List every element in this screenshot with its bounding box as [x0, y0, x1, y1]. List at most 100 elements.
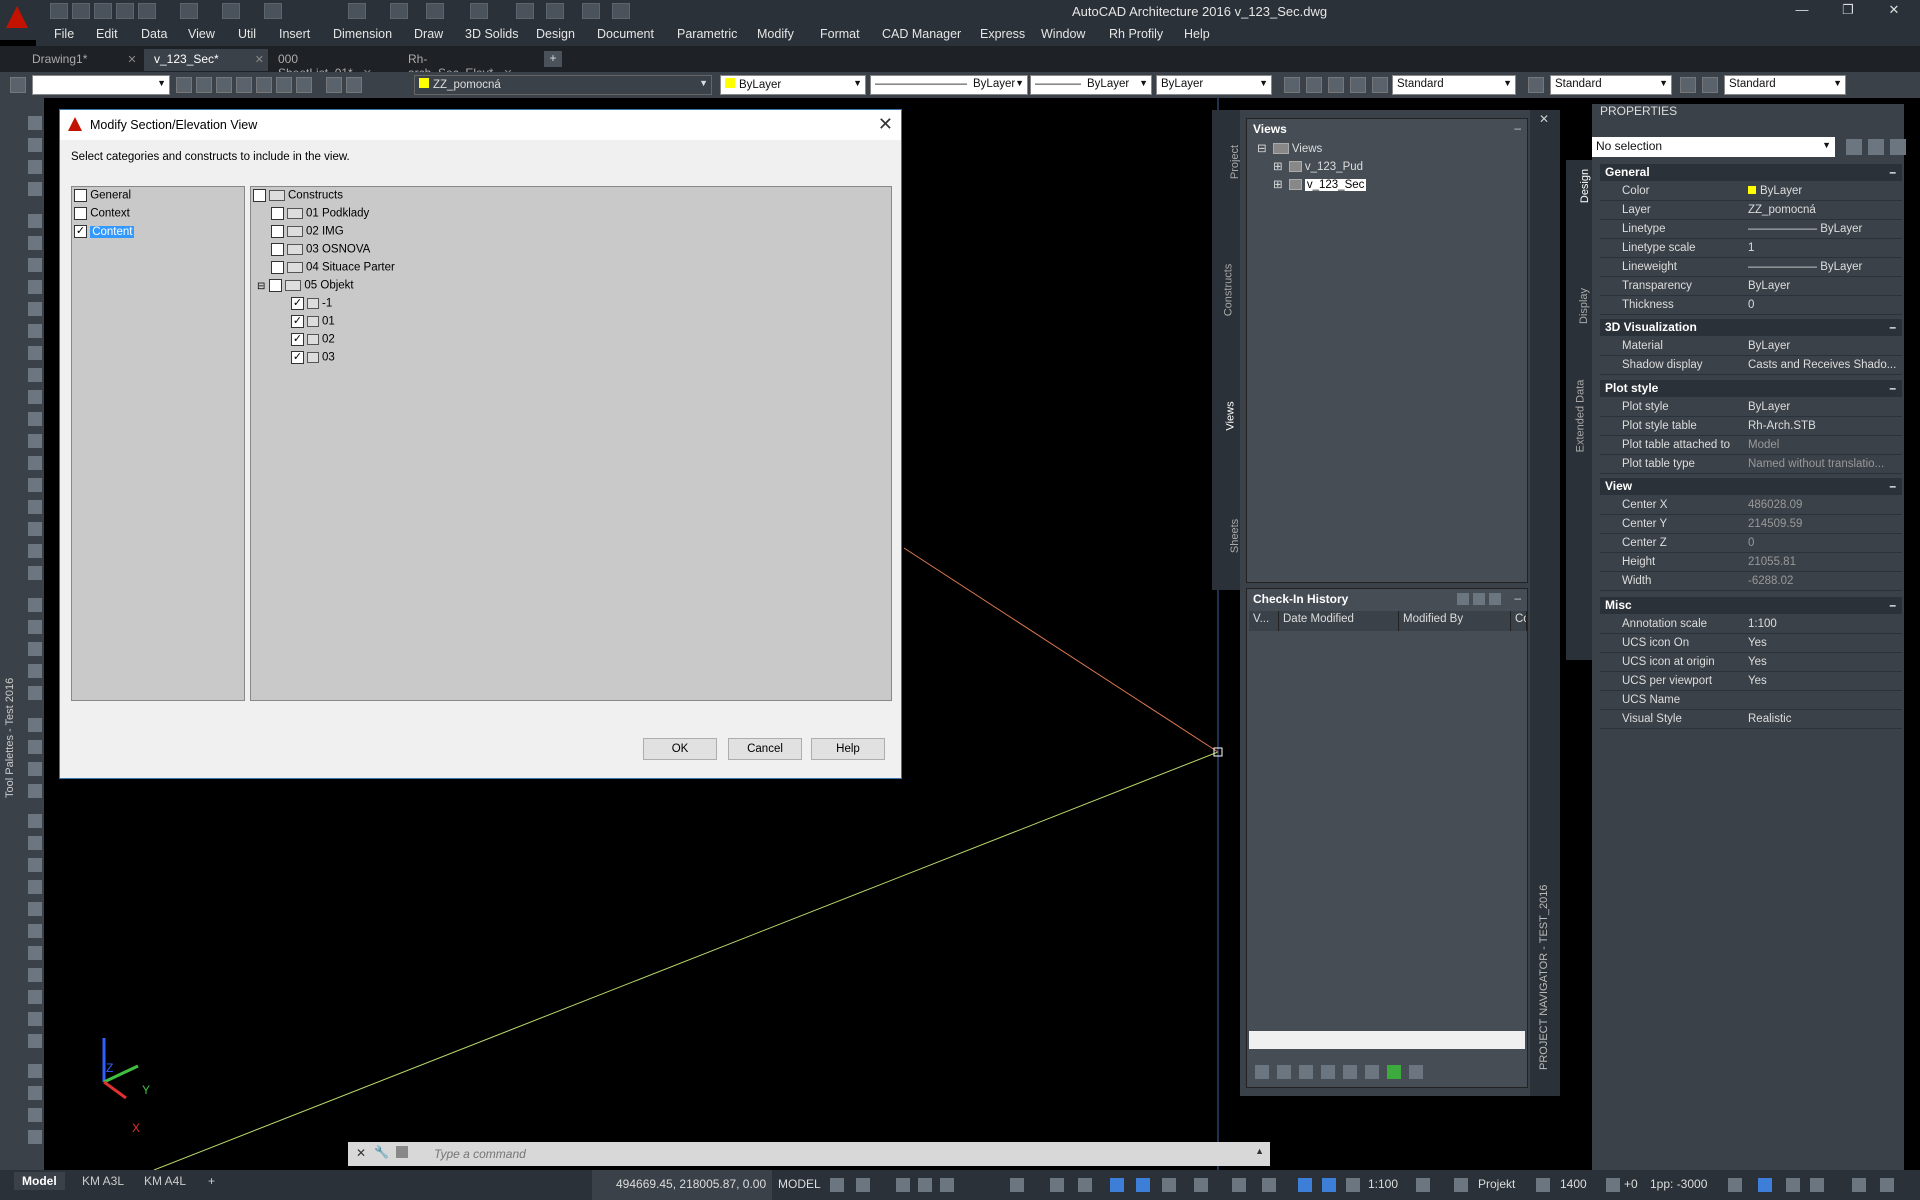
- tool-curtain-wall-icon[interactable]: [28, 390, 42, 404]
- prop-row[interactable]: Visual Style Realistic: [1600, 710, 1902, 729]
- checkin-refresh-icon[interactable]: [1457, 593, 1469, 605]
- add-view-icon[interactable]: [1277, 1065, 1291, 1079]
- layer-help-icon[interactable]: [236, 77, 252, 93]
- tree-item-osnova[interactable]: 03 OSNOVA: [271, 243, 370, 259]
- lineweight-icon[interactable]: [1110, 1178, 1124, 1192]
- menu-help[interactable]: Help: [1184, 27, 1210, 41]
- tool-extend-icon[interactable]: [28, 968, 42, 982]
- prop-row[interactable]: Height 21055.81: [1600, 553, 1902, 572]
- prop-row[interactable]: Plot style ByLayer: [1600, 398, 1902, 417]
- tool-array-icon[interactable]: [28, 1034, 42, 1048]
- views-root[interactable]: ⊟ Views: [1257, 141, 1322, 157]
- graphics-performance-icon[interactable]: [1810, 1178, 1824, 1192]
- command-close-icon[interactable]: ✕: [356, 1146, 366, 1160]
- layer-delete-icon[interactable]: [276, 77, 292, 93]
- tree-checkbox[interactable]: ✓: [291, 333, 304, 346]
- prop-row[interactable]: UCS icon at origin Yes: [1600, 653, 1902, 672]
- mleader-icon[interactable]: [1528, 77, 1544, 93]
- prop-row[interactable]: Width -6288.02: [1600, 572, 1902, 591]
- category-general[interactable]: General: [74, 189, 131, 205]
- tree-checkbox[interactable]: ✓: [291, 315, 304, 328]
- surface-hatch-icon[interactable]: [1606, 1178, 1620, 1192]
- plot-icon[interactable]: [138, 3, 156, 19]
- menu-express[interactable]: Express: [980, 27, 1025, 41]
- new-tab-icon[interactable]: +: [544, 51, 562, 67]
- tree-item-img[interactable]: 02 IMG: [271, 225, 344, 241]
- section-misc[interactable]: Misc –: [1600, 597, 1902, 614]
- tree-checkbox[interactable]: [271, 225, 284, 238]
- new-layout-icon[interactable]: +: [200, 1172, 223, 1190]
- layer-iso-icon[interactable]: [216, 77, 232, 93]
- workspace-combo[interactable]: ▼: [32, 75, 170, 95]
- props-tab-display[interactable]: Display: [1578, 288, 1590, 324]
- prop-row[interactable]: UCS Name: [1600, 691, 1902, 710]
- edit-view-icon[interactable]: [1299, 1065, 1313, 1079]
- tree-item-objekt[interactable]: ⊟ 05 Objekt: [257, 279, 354, 295]
- save-icon[interactable]: [94, 3, 112, 19]
- application-menu-button[interactable]: [0, 0, 36, 40]
- auto-scale-icon[interactable]: [1322, 1178, 1336, 1192]
- tool-dimension-icon[interactable]: [28, 544, 42, 558]
- tool-arc-icon[interactable]: [28, 1064, 42, 1078]
- menu-modify[interactable]: Modify: [757, 27, 794, 41]
- text-scale-icon[interactable]: [1702, 77, 1718, 93]
- isodraft-icon[interactable]: [1010, 1178, 1024, 1192]
- menu-draw[interactable]: Draw: [414, 27, 443, 41]
- tag-icon[interactable]: [1328, 77, 1344, 93]
- tool-move-icon[interactable]: [28, 814, 42, 828]
- grid-display-icon[interactable]: [830, 1178, 844, 1192]
- tool-rotate-icon[interactable]: [28, 858, 42, 872]
- tool-circle-icon[interactable]: [28, 1086, 42, 1100]
- tool-rect-icon[interactable]: [28, 1108, 42, 1122]
- menu-window[interactable]: Window: [1041, 27, 1085, 41]
- checkin-details-icon[interactable]: [1473, 593, 1485, 605]
- tool-hatch-icon[interactable]: [28, 478, 42, 492]
- tool-offset-icon[interactable]: [28, 1012, 42, 1026]
- tool-polyline-icon[interactable]: [28, 434, 42, 448]
- lineweight-combo[interactable]: ———— ByLayer ▼: [1030, 75, 1152, 95]
- prop-row[interactable]: Layer ZZ_pomocná: [1600, 201, 1902, 220]
- grid-icon[interactable]: [516, 3, 534, 19]
- menu-insert[interactable]: Insert: [279, 27, 310, 41]
- layer-off-icon[interactable]: [296, 77, 312, 93]
- expand-icon[interactable]: ⊞: [1273, 179, 1283, 191]
- tool-callout-icon[interactable]: [28, 642, 42, 656]
- delete-view-icon[interactable]: [1321, 1065, 1335, 1079]
- help-button[interactable]: Help: [811, 738, 885, 760]
- layer-prev-icon[interactable]: [176, 77, 192, 93]
- tree-checkbox[interactable]: [271, 261, 284, 274]
- tool-explode-icon[interactable]: [28, 1130, 42, 1144]
- dialog-title-bar[interactable]: Modify Section/Elevation View ✕: [60, 110, 901, 140]
- section-plot-style[interactable]: Plot style –: [1600, 380, 1902, 397]
- model-space-toggle[interactable]: MODEL: [778, 1177, 821, 1191]
- full-screen-icon[interactable]: [1880, 1178, 1894, 1192]
- tool-copy-icon[interactable]: [28, 836, 42, 850]
- nav-tab-constructs[interactable]: Constructs: [1222, 264, 1234, 317]
- dimension-icon[interactable]: [1284, 77, 1300, 93]
- prop-row[interactable]: Plot style table Rh-Arch.STB: [1600, 417, 1902, 436]
- close-tab-icon[interactable]: ✕: [127, 54, 136, 66]
- tool-mirror-icon[interactable]: [28, 880, 42, 894]
- annotation-monitor-icon[interactable]: [1454, 1178, 1468, 1192]
- prop-row[interactable]: Plot table attached to Model: [1600, 436, 1902, 455]
- tool-column-icon[interactable]: [28, 324, 42, 338]
- selection-combo[interactable]: No selection ▼: [1592, 137, 1835, 157]
- command-input[interactable]: [434, 1144, 1224, 1164]
- tree-item-level-03[interactable]: ✓ 03: [291, 351, 335, 367]
- elevation-readout[interactable]: 1400: [1560, 1177, 1587, 1191]
- new-icon[interactable]: [50, 3, 68, 19]
- layout-tab-km-a3l[interactable]: KM A3L: [74, 1172, 132, 1190]
- prop-row[interactable]: Linetype —————— ByLayer: [1600, 220, 1902, 239]
- workspace-icon[interactable]: [264, 3, 282, 19]
- pickadd-icon[interactable]: [1890, 139, 1906, 155]
- section-general[interactable]: General –: [1600, 164, 1902, 181]
- collapse-icon[interactable]: ⊟: [257, 281, 265, 292]
- select-objects-icon[interactable]: [1868, 139, 1884, 155]
- tool-properties-icon[interactable]: [28, 762, 42, 776]
- layer-lock-icon[interactable]: [346, 77, 362, 93]
- ok-button[interactable]: OK: [643, 738, 717, 760]
- tool-section-icon[interactable]: [28, 598, 42, 612]
- new-view-icon[interactable]: [1255, 1065, 1269, 1079]
- views-item-v-123-pud[interactable]: ⊞ v_123_Pud: [1273, 159, 1363, 175]
- isolate-objects-icon[interactable]: [1728, 1178, 1742, 1192]
